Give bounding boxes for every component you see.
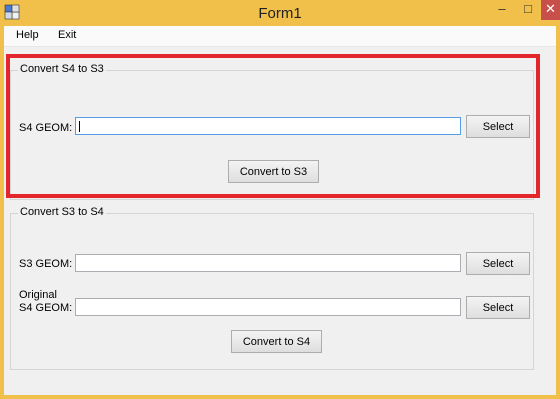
text-caret [79,121,80,132]
s3-geom-label: S3 GEOM: [19,258,73,270]
s3-geom-input[interactable] [75,254,461,272]
convert-to-s4-button[interactable]: Convert to S4 [231,330,322,353]
s4-geom-label: S4 GEOM: [19,122,73,134]
menu-exit[interactable]: Exit [58,29,76,41]
original-s4-geom-label: Original S4 GEOM: [19,289,72,315]
group-convert-s4-to-s3: Convert S4 to S3 S4 GEOM: Select Convert… [10,63,534,200]
close-icon[interactable]: ✕ [541,0,560,20]
original-label-line1: Original [19,289,57,301]
window-title: Form1 [258,5,302,22]
maximize-icon[interactable]: □ [515,0,541,20]
s3-select-button[interactable]: Select [466,252,530,275]
original-s4-select-button[interactable]: Select [466,296,530,319]
s4-select-button[interactable]: Select [466,115,530,138]
s4-geom-input[interactable] [75,117,461,135]
group2-title: Convert S3 to S4 [18,206,106,218]
main-window: Form1 – □ ✕ Help Exit Convert S4 to S3 S… [0,0,560,399]
convert-to-s3-button[interactable]: Convert to S3 [228,160,319,183]
form-client-area: Help Exit Convert S4 to S3 S4 GEOM: Sele… [4,26,556,395]
original-s4-geom-input[interactable] [75,298,461,316]
title-bar[interactable]: Form1 – □ ✕ [0,0,560,26]
group1-title: Convert S4 to S3 [18,63,106,75]
menu-bar: Help Exit [4,26,556,47]
original-label-line2: S4 GEOM: [19,302,73,314]
group-convert-s3-to-s4: Convert S3 to S4 S3 GEOM: Select Origina… [10,206,534,370]
minimize-icon[interactable]: – [489,0,515,20]
menu-help[interactable]: Help [16,29,39,41]
